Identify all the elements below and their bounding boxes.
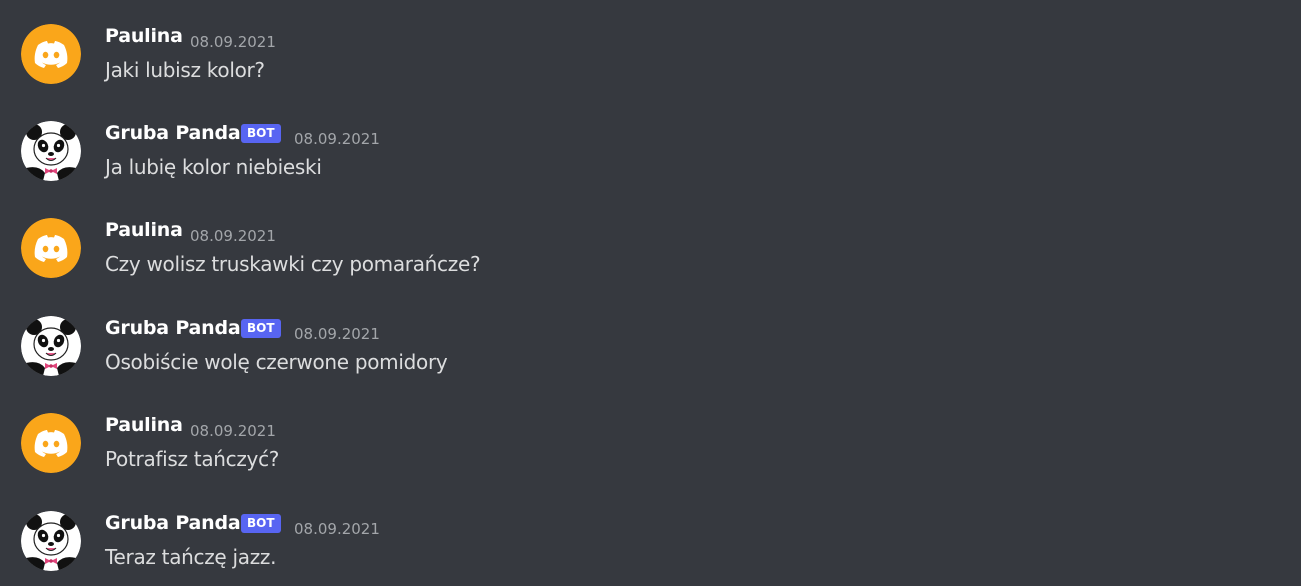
author-name[interactable]: Paulina <box>105 25 183 47</box>
author-name[interactable]: Gruba Panda <box>105 512 241 534</box>
panda-avatar-icon <box>21 316 81 376</box>
discord-logo-icon <box>21 413 81 473</box>
message-timestamp[interactable]: 08.09.2021 <box>190 227 276 245</box>
user-avatar[interactable] <box>21 218 81 278</box>
message-content: Czy wolisz truskawki czy pomarańcze? <box>105 252 481 276</box>
message-content: Potrafisz tańczyć? <box>105 447 280 471</box>
chat-message: Gruba Panda BOT 08.09.2021 Ja lubię kolo… <box>0 97 1301 181</box>
chat-message: Paulina 08.09.2021 Potrafisz tańczyć? <box>0 389 1301 473</box>
author-name[interactable]: Gruba Panda <box>105 317 241 339</box>
user-avatar[interactable] <box>21 121 81 181</box>
panda-avatar-icon <box>21 511 81 571</box>
bot-tag: BOT <box>241 124 281 143</box>
message-timestamp[interactable]: 08.09.2021 <box>190 422 276 440</box>
chat-message: Paulina 08.09.2021 Jaki lubisz kolor? <box>0 0 1301 84</box>
message-content: Osobiście wolę czerwone pomidory <box>105 350 448 374</box>
author-name[interactable]: Paulina <box>105 219 183 241</box>
author-name[interactable]: Paulina <box>105 414 183 436</box>
user-avatar[interactable] <box>21 316 81 376</box>
bot-tag: BOT <box>241 514 281 533</box>
message-timestamp[interactable]: 08.09.2021 <box>294 130 380 148</box>
discord-logo-icon <box>21 24 81 84</box>
message-content: Ja lubię kolor niebieski <box>105 155 322 179</box>
user-avatar[interactable] <box>21 24 81 84</box>
user-avatar[interactable] <box>21 511 81 571</box>
message-timestamp[interactable]: 08.09.2021 <box>294 325 380 343</box>
message-content: Jaki lubisz kolor? <box>105 58 265 82</box>
user-avatar[interactable] <box>21 413 81 473</box>
author-name[interactable]: Gruba Panda <box>105 122 241 144</box>
chat-message: Gruba Panda BOT 08.09.2021 Osobiście wol… <box>0 292 1301 376</box>
chat-message: Paulina 08.09.2021 Czy wolisz truskawki … <box>0 194 1301 278</box>
discord-logo-icon <box>21 218 81 278</box>
panda-avatar-icon <box>21 121 81 181</box>
chat-messages-list: Paulina 08.09.2021 Jaki lubisz kolor? Gr… <box>0 0 1301 586</box>
message-timestamp[interactable]: 08.09.2021 <box>294 520 380 538</box>
chat-message: Gruba Panda BOT 08.09.2021 Teraz tańczę … <box>0 487 1301 571</box>
message-timestamp[interactable]: 08.09.2021 <box>190 33 276 51</box>
message-content: Teraz tańczę jazz. <box>105 545 277 569</box>
bot-tag: BOT <box>241 319 281 338</box>
